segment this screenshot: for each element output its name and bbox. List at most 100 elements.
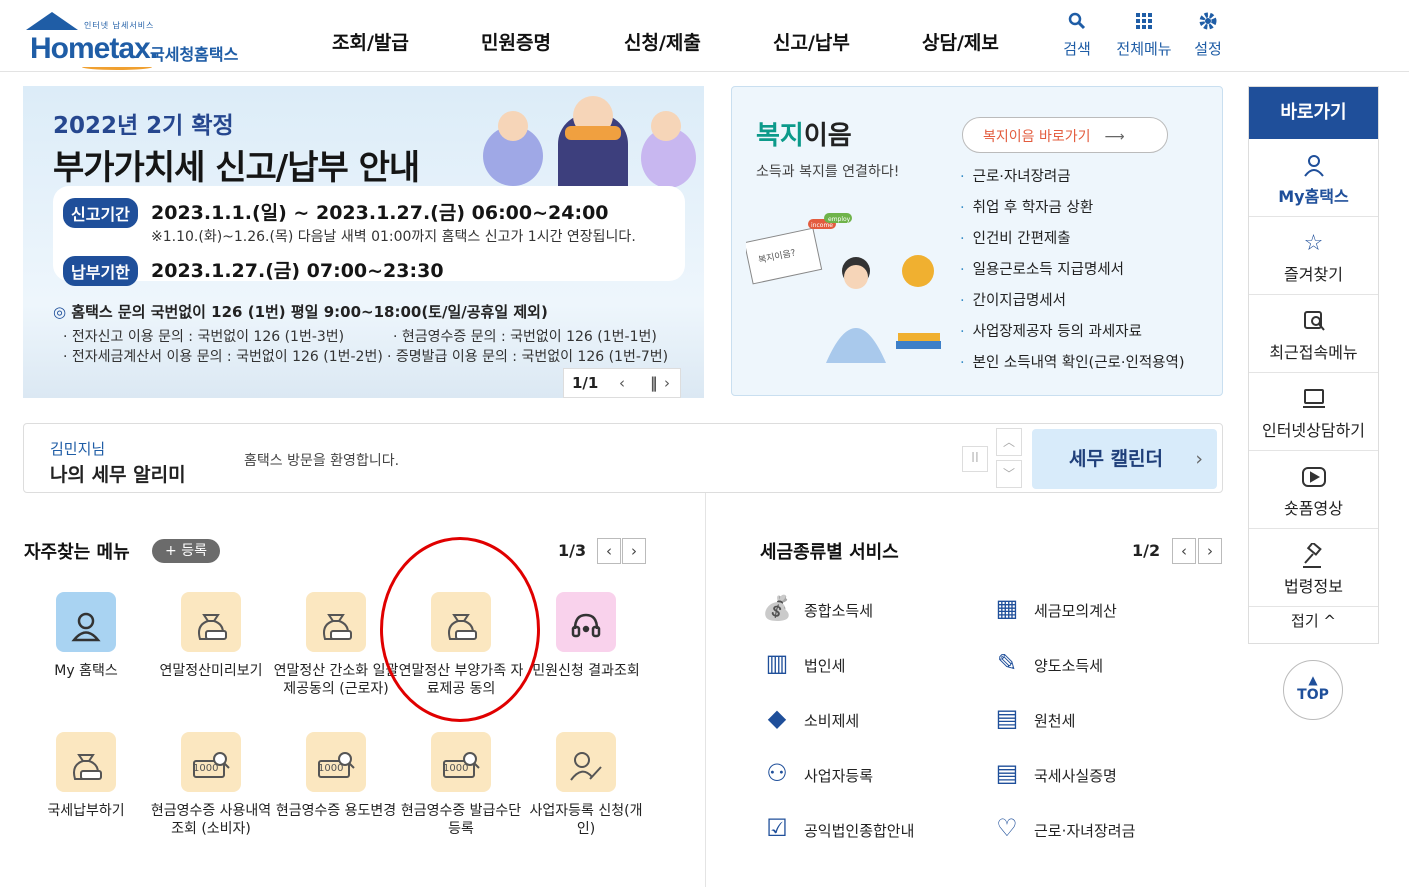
- scroll-top-button[interactable]: ▲ TOP: [1283, 660, 1343, 720]
- tax-type-item[interactable]: 💰 종합소득세: [760, 592, 970, 632]
- next-arrow-icon[interactable]: ›: [664, 374, 670, 392]
- person-icon: [1249, 153, 1378, 179]
- frequent-menu-item[interactable]: 1000 현금영수증 용도변경: [273, 732, 399, 820]
- tax-type-label: 원천세: [1034, 712, 1076, 730]
- tax-type-item[interactable]: ⚇ 사업자등록: [760, 757, 970, 797]
- quick-favorites[interactable]: ☆ 즐겨찾기: [1249, 217, 1378, 295]
- all-menu-button[interactable]: 전체메뉴: [1112, 12, 1176, 59]
- welfare-go-button[interactable]: 복지이음 바로가기 ⟶: [962, 117, 1168, 153]
- tax-type-label: 근로·자녀장려금: [1034, 822, 1136, 840]
- chevron-down-icon[interactable]: ﹀: [996, 460, 1022, 488]
- tax-type-item[interactable]: ◆ 소비제세: [760, 702, 970, 742]
- chevron-up-icon[interactable]: ︿: [996, 428, 1022, 456]
- welfare-item[interactable]: 근로·자녀장려금: [960, 167, 1185, 198]
- receipt-search-icon: 1000: [306, 732, 366, 792]
- logo-swoosh: [82, 64, 152, 70]
- search-icon: [1052, 12, 1102, 34]
- frequent-menu-item[interactable]: 연말정산 간소화 일괄제공동의 (근로자): [273, 592, 399, 698]
- hometax-logo[interactable]: 인터넷 납세서비스 Hometax. 국세청홈택스: [22, 10, 252, 70]
- quick-law-info[interactable]: 법령정보: [1249, 529, 1378, 607]
- tax-type-item[interactable]: ♡ 근로·자녀장려금: [990, 812, 1200, 852]
- logo-korean-text: 국세청홈택스: [150, 45, 239, 64]
- money-bag-icon: 💰: [762, 594, 792, 622]
- welfare-title-b: 이음: [803, 121, 852, 151]
- tax-type-title: 세금종류별 서비스: [760, 542, 899, 563]
- quick-short-video[interactable]: 숏폼영상: [1249, 451, 1378, 529]
- house-roof-icon: [26, 12, 78, 30]
- quick-my-hometax[interactable]: My홈택스: [1249, 139, 1378, 217]
- quick-label: 숏폼영상: [1284, 499, 1343, 518]
- quick-label: 인터넷상담하기: [1261, 421, 1366, 440]
- receipt-search-icon: 1000: [181, 732, 241, 792]
- banner-title-small: 2022년 2기 확정: [53, 113, 234, 139]
- settings-button[interactable]: 설정: [1183, 12, 1233, 59]
- welfare-item[interactable]: 간이지급명세서: [960, 291, 1185, 322]
- gavel-icon: [1249, 541, 1378, 569]
- document-edit-icon: ✎: [996, 649, 1018, 677]
- frequent-menu-label: 연말정산 간소화 일괄제공동의 (근로자): [273, 663, 399, 697]
- frequent-menu-item[interactable]: 국세납부하기: [23, 732, 149, 820]
- vat-notice-banner[interactable]: 2022년 2기 확정 부가가치세 신고/납부 안내 신고기간 2023.1.1…: [23, 86, 704, 398]
- fold-label: 접기: [1291, 612, 1319, 630]
- register-button[interactable]: + 등록: [152, 539, 220, 563]
- chevron-right-icon[interactable]: ›: [622, 538, 646, 564]
- receipt-amount-text: 1000: [443, 763, 469, 774]
- tax-type-item[interactable]: ☑ 공익법인종합안내: [760, 812, 970, 852]
- chevron-left-icon[interactable]: ‹: [597, 538, 621, 564]
- quick-label: 법령정보: [1284, 577, 1343, 596]
- quick-recent-menu[interactable]: 최근접속메뉴: [1249, 295, 1378, 373]
- tax-type-label: 국세사실증명: [1034, 767, 1117, 785]
- bullet-circle-icon: ◎: [53, 303, 72, 321]
- person-icon: ⚇: [766, 759, 788, 787]
- frequent-menu-item[interactable]: My 홈택스: [23, 592, 149, 680]
- tax-type-label: 공익법인종합안내: [804, 822, 915, 840]
- frequent-menu-item[interactable]: 사업자등록 신청(개인): [523, 732, 649, 838]
- chevron-left-icon[interactable]: ‹: [619, 374, 625, 392]
- nav-report-pay[interactable]: 신고/납부: [773, 28, 850, 55]
- frequent-menu-item[interactable]: 민원신청 결과조회: [523, 592, 649, 680]
- receipt-amount-text: 1000: [193, 763, 219, 774]
- nav-apply-submit[interactable]: 신청/제출: [624, 28, 701, 55]
- welfare-item[interactable]: 취업 후 학자금 상환: [960, 198, 1185, 229]
- star-icon: ☆: [1303, 231, 1324, 256]
- welfare-subtitle: 소득과 복지를 연결하다!: [756, 164, 900, 180]
- tax-type-item[interactable]: ✎ 양도소득세: [990, 647, 1200, 687]
- nav-consult-report[interactable]: 상담/제보: [922, 28, 999, 55]
- logo-main-text: Hometax.: [30, 32, 158, 65]
- section-divider: [705, 493, 706, 887]
- period-text: 2023.1.1.(일) ~ 2023.1.27.(금) 06:00~24:00: [151, 202, 609, 224]
- chevron-left-icon[interactable]: ‹: [1172, 538, 1196, 564]
- frequent-menu-item[interactable]: 연말정산미리보기: [148, 592, 274, 680]
- tax-type-label: 세금모의계산: [1034, 602, 1117, 620]
- pause-icon[interactable]: II: [962, 446, 988, 472]
- top-label: TOP: [1297, 687, 1329, 703]
- tax-type-item[interactable]: ▥ 법인세: [760, 647, 970, 687]
- welfare-item[interactable]: 본인 소득내역 확인(근로·인적용역): [960, 353, 1185, 384]
- tax-type-item[interactable]: ▤ 국세사실증명: [990, 757, 1200, 797]
- search-button[interactable]: 검색: [1052, 12, 1102, 59]
- welfare-item[interactable]: 사업장제공자 등의 과세자료: [960, 322, 1185, 353]
- nav-inquiry-issue[interactable]: 조회/발급: [332, 28, 409, 55]
- nav-civil-certificate[interactable]: 민원증명: [481, 28, 551, 55]
- tax-type-item[interactable]: ▤ 원천세: [990, 702, 1200, 742]
- receipt-amount-text: 1000: [318, 763, 344, 774]
- welfare-item[interactable]: 일용근로소득 지급명세서: [960, 260, 1185, 291]
- banner-pager: 1/1 ‹ ‖ ›: [563, 368, 681, 398]
- red-highlight-circle: [380, 537, 540, 722]
- tax-type-item[interactable]: ▦ 세금모의계산: [990, 592, 1200, 632]
- fold-button[interactable]: 접기 ^: [1249, 607, 1378, 637]
- tax-calendar-button[interactable]: 세무 캘린더 ›: [1032, 429, 1217, 489]
- welfare-item[interactable]: 인건비 간편제출: [960, 229, 1185, 260]
- tax-type-label: 종합소득세: [804, 602, 874, 620]
- frequent-menu-label: 사업자등록 신청(개인): [529, 803, 643, 837]
- tax-calendar-label: 세무 캘린더: [1069, 448, 1164, 470]
- welfare-title-a: 복지: [756, 121, 804, 151]
- pause-icon[interactable]: ‖: [650, 374, 658, 392]
- receipt-search-icon: 1000: [431, 732, 491, 792]
- frequent-menu-item[interactable]: 1000 현금영수증 사용내역조회 (소비자): [148, 732, 274, 838]
- quick-online-consult[interactable]: 인터넷상담하기: [1249, 373, 1378, 451]
- chevron-right-icon[interactable]: ›: [1198, 538, 1222, 564]
- frequent-menu-label: 현금영수증 발급수단 등록: [400, 803, 522, 837]
- frequent-menu-title: 자주찾는 메뉴: [24, 542, 130, 563]
- frequent-menu-item[interactable]: 1000 현금영수증 발급수단 등록: [398, 732, 524, 838]
